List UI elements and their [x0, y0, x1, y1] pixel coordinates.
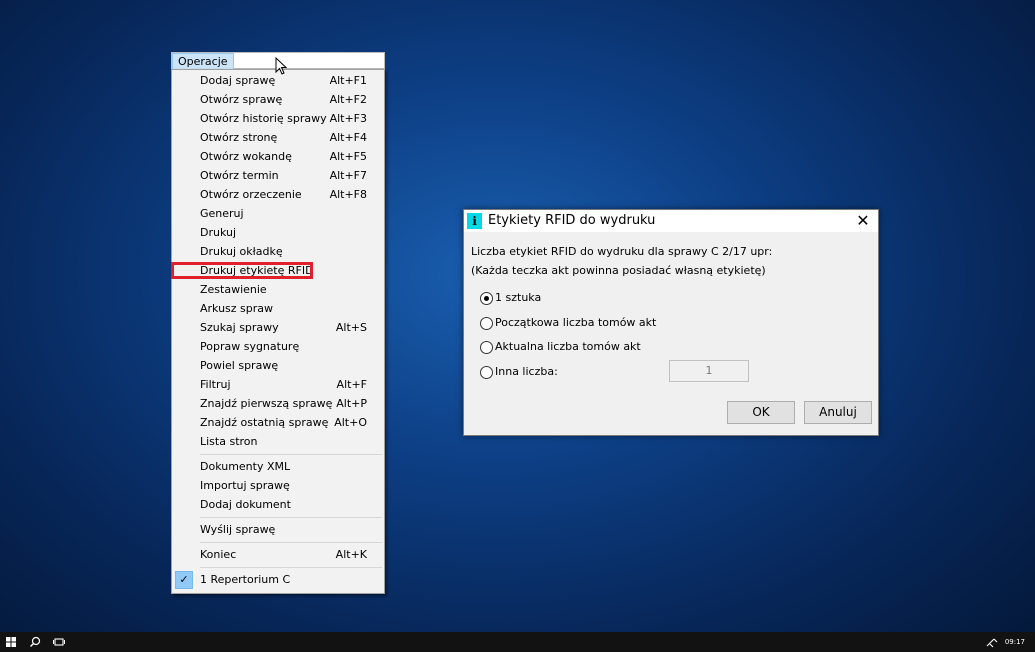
menu-item-arkusz-spraw[interactable]: Arkusz spraw [172, 299, 384, 318]
close-icon[interactable]: ✕ [848, 210, 878, 232]
menu-item-zestawienie[interactable]: Zestawienie [172, 280, 384, 299]
menu-item-koniec[interactable]: Koniec Alt+K [172, 545, 384, 564]
menu-item-otworz-strone[interactable]: Otwórz stronę Alt+F4 [172, 128, 384, 147]
checkmark-icon: ✓ [175, 571, 193, 589]
menu-item-repertorium-c[interactable]: ✓ 1 Repertorium C [172, 570, 384, 589]
dialog-message-line2: (Każda teczka akt powinna posiadać własn… [471, 264, 766, 277]
dialog-title: Etykiety RFID do wydruku [488, 213, 656, 228]
menu-item-otworz-sprawe[interactable]: Otwórz sprawę Alt+F2 [172, 90, 384, 109]
menu-item-powiel-sprawe[interactable]: Powiel sprawę [172, 356, 384, 375]
menu-item-drukuj-okladke[interactable]: Drukuj okładkę [172, 242, 384, 261]
taskbar: 09:17 [0, 632, 1035, 652]
highlight-annotation-box [171, 262, 313, 279]
dialog-message-line1: Liczba etykiet RFID do wydruku dla spraw… [471, 245, 773, 258]
network-icon[interactable] [985, 635, 999, 649]
menu-item-dokumenty-xml[interactable]: Dokumenty XML [172, 457, 384, 476]
menu-item-popraw-sygnature[interactable]: Popraw sygnaturę [172, 337, 384, 356]
menu-item-generuj[interactable]: Generuj [172, 204, 384, 223]
windows-start-icon[interactable] [4, 635, 18, 649]
radio-button-selected[interactable] [480, 292, 493, 305]
clock[interactable]: 09:17 [1005, 632, 1025, 652]
cancel-button[interactable]: Anuluj [804, 401, 872, 424]
menu-item-lista-stron[interactable]: Lista stron [172, 432, 384, 451]
menu-item-filtruj[interactable]: Filtruj Alt+F [172, 375, 384, 394]
menu-item-importuj-sprawe[interactable]: Importuj sprawę [172, 476, 384, 495]
menu-separator [200, 454, 382, 455]
ok-button[interactable]: OK [727, 401, 795, 424]
menu-separator [200, 542, 382, 543]
menu-item-drukuj[interactable]: Drukuj [172, 223, 384, 242]
menu-item-otworz-orzeczenie[interactable]: Otwórz orzeczenie Alt+F8 [172, 185, 384, 204]
other-count-input[interactable]: 1 [669, 360, 749, 382]
menu-item-znajdz-pierwsza[interactable]: Znajdź pierwszą sprawę Alt+P [172, 394, 384, 413]
info-icon: ℹ [467, 213, 482, 229]
menu-item-znajdz-ostatnia[interactable]: Znajdź ostatnią sprawę Alt+O [172, 413, 384, 432]
task-view-icon[interactable] [52, 635, 66, 649]
menu-item-otworz-historie[interactable]: Otwórz historię sprawy Alt+F3 [172, 109, 384, 128]
dialog-titlebar[interactable]: ℹ Etykiety RFID do wydruku ✕ [464, 210, 878, 232]
radio-button[interactable] [480, 317, 493, 330]
menu-item-dodaj-dokument[interactable]: Dodaj dokument [172, 495, 384, 514]
menu-separator [200, 567, 382, 568]
dropdown-menu: Dodaj sprawę Alt+F1 Otwórz sprawę Alt+F2 O… [171, 69, 385, 594]
radio-button[interactable] [480, 341, 493, 354]
menu-item-otworz-termin[interactable]: Otwórz termin Alt+F7 [172, 166, 384, 185]
radio-button[interactable] [480, 366, 493, 379]
operacje-menu: Operacje Dodaj sprawę Alt+F1 Otwórz spraw… [171, 52, 385, 594]
search-icon[interactable] [28, 635, 42, 649]
menu-item-otworz-wokande[interactable]: Otwórz wokandę Alt+F5 [172, 147, 384, 166]
menu-item-szukaj-sprawy[interactable]: Szukaj sprawy Alt+S [172, 318, 384, 337]
rfid-labels-dialog: ℹ Etykiety RFID do wydruku ✕ Liczba etyk… [463, 209, 879, 436]
menu-item-wyslij-sprawe[interactable]: Wyślij sprawę [172, 520, 384, 539]
mouse-cursor-icon [275, 57, 287, 75]
menu-title-operacje[interactable]: Operacje [172, 53, 234, 70]
menu-separator [200, 517, 382, 518]
